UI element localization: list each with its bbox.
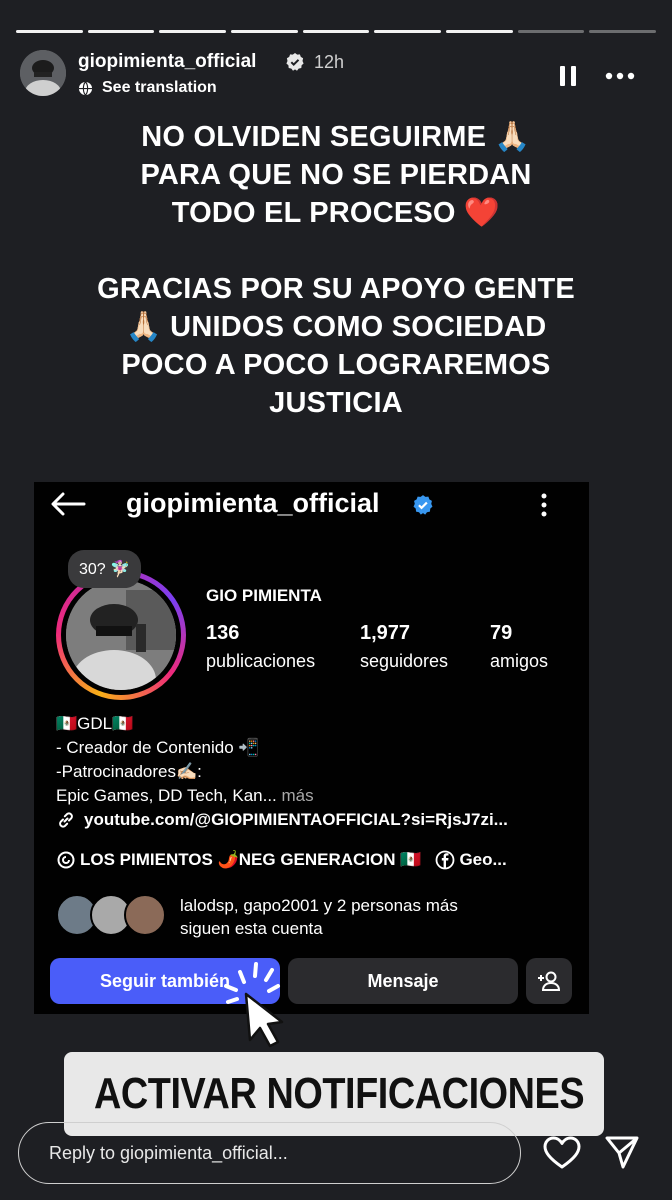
followed-by: lalodsp, gapo2001 y 2 personas más sigue… [56, 892, 576, 942]
tap-cursor-icon [224, 962, 284, 1048]
caption-paragraph-2: GRACIAS POR SU APOYO GENTE 🙏🏻 UNIDOS COM… [97, 273, 575, 419]
progress-segment [374, 30, 442, 33]
stat-posts: 136 publicaciones [206, 622, 315, 672]
followed-by-line: siguen esta cuenta [180, 919, 323, 938]
threads-icon [57, 851, 75, 869]
see-translation-link[interactable]: See translation [78, 79, 217, 97]
progress-segment [446, 30, 513, 33]
caption-paragraph-1: NO OLVIDEN SEGUIRME 🙏🏻 PARA QUE NO SE PI… [140, 121, 532, 229]
bio-text: Epic Games, DD Tech, Kan... [56, 786, 277, 805]
story-progress-bar [16, 30, 657, 33]
tag-label: LOS PIMIENTOS 🌶️NEG GENERACION 🇲🇽 [80, 850, 422, 869]
threads-tag: LOS PIMIENTOS 🌶️NEG GENERACION 🇲🇽 [56, 850, 421, 870]
bio-more-link: más [276, 786, 314, 805]
sticker-text: ACTIVAR NOTIFICACIONES [94, 1069, 585, 1118]
story-caption: NO OLVIDEN SEGUIRME 🙏🏻 PARA QUE NO SE PI… [60, 118, 612, 422]
more-options-icon[interactable] [605, 72, 635, 80]
profile-bio: 🇲🇽GDL🇲🇽 - Creador de Contenido 📲 -Patroc… [56, 712, 314, 808]
story-timestamp: 12h [314, 52, 345, 72]
reply-input[interactable]: Reply to giopimienta_official... [18, 1122, 521, 1184]
story-username[interactable]: giopimienta_official [78, 51, 256, 73]
see-translation-label: See translation [102, 79, 217, 96]
progress-segment [231, 30, 298, 33]
stat-label: publicaciones [206, 651, 316, 671]
progress-segment [16, 30, 83, 33]
send-icon[interactable] [604, 1134, 640, 1170]
kebab-menu-icon [541, 493, 547, 517]
progress-segment [159, 30, 227, 33]
link-text: youtube.com/@GIOPIMIENTAOFFICIAL?si=RjsJ… [84, 810, 508, 829]
add-person-button [526, 958, 572, 1004]
stat-label: amigos [490, 651, 549, 671]
globe-icon [78, 81, 93, 95]
progress-segment [589, 30, 657, 33]
link-icon [59, 812, 73, 828]
profile-link: youtube.com/@GIOPIMIENTAOFFICIAL?si=RjsJ… [56, 810, 508, 830]
back-arrow-icon [51, 492, 86, 516]
followed-by-line: lalodsp, gapo2001 y 2 personas más [180, 896, 458, 915]
profile-picture-ring [56, 570, 186, 700]
avatar [124, 894, 166, 936]
followed-by-text: lalodsp, gapo2001 y 2 personas más sigue… [180, 894, 458, 940]
tag-label: Geo... [459, 850, 507, 869]
stat-value: 136 [206, 622, 240, 644]
story-header: giopimienta_official 12h See translation [20, 50, 652, 100]
add-person-icon [538, 971, 561, 991]
pause-icon[interactable] [558, 65, 578, 87]
story-viewer: giopimienta_official 12h See translation… [0, 0, 672, 1200]
profile-picture [66, 580, 176, 690]
stat-label: seguidores [360, 651, 449, 671]
stat-following: 79 amigos [490, 622, 548, 672]
bio-line: Epic Games, DD Tech, Kan... más [56, 784, 314, 808]
profile-topbar: giopimienta_official [34, 482, 589, 528]
verified-badge-icon [286, 53, 304, 71]
verified-badge-icon [413, 495, 433, 515]
stat-followers: 1,977 seguidores [360, 622, 448, 672]
stat-value: 1,977 [360, 622, 411, 644]
profile-screenshot: giopimienta_official [34, 482, 589, 1014]
facebook-tag: Geo... [435, 850, 507, 870]
progress-segment [517, 30, 585, 33]
profile-tags: LOS PIMIENTOS 🌶️NEG GENERACION 🇲🇽 Geo... [56, 850, 507, 870]
display-name: GIO PIMIENTA [206, 586, 322, 605]
heart-icon[interactable] [543, 1136, 581, 1170]
stat-value: 79 [490, 622, 513, 644]
facebook-icon [436, 850, 455, 870]
profile-username: giopimienta_official [126, 488, 380, 518]
bio-line: 🇲🇽GDL🇲🇽 [56, 714, 134, 733]
bio-line: -Patrocinadores✍🏻: [56, 762, 202, 781]
bio-line: - Creador de Contenido 📲 [56, 738, 260, 757]
avatar[interactable] [20, 50, 66, 96]
message-button: Mensaje [288, 958, 518, 1004]
progress-segment [87, 30, 155, 33]
note-bubble: 30? 🧚🏻‍♀️ [68, 550, 142, 588]
progress-segment [302, 30, 370, 33]
